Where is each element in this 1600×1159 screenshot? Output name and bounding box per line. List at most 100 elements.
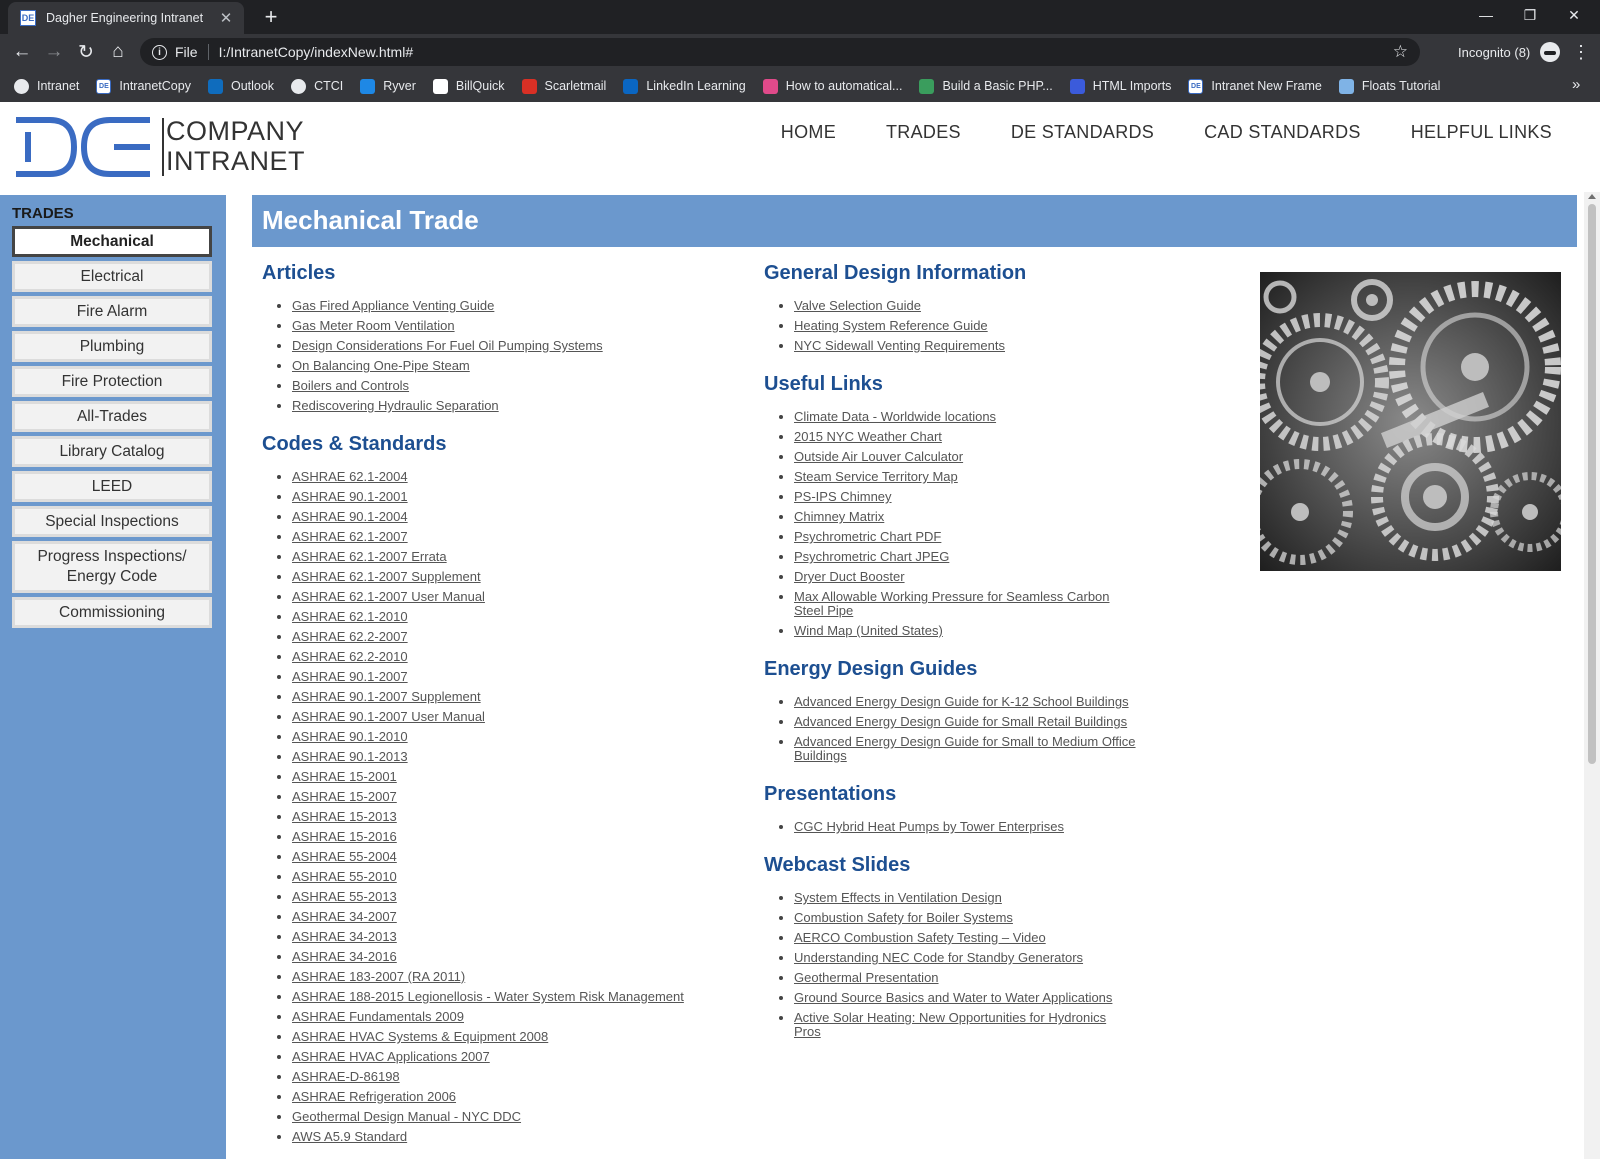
url-text[interactable]: I:/IntranetCopy/indexNew.html#	[219, 44, 1393, 60]
document-link[interactable]: ASHRAE 62.2-2007	[292, 629, 408, 644]
document-link[interactable]: Steam Service Territory Map	[794, 469, 958, 484]
incognito-indicator[interactable]: Incognito (8)	[1458, 42, 1561, 62]
document-link[interactable]: Wind Map (United States)	[794, 623, 943, 638]
document-link[interactable]: NYC Sidewall Venting Requirements	[794, 338, 1005, 353]
document-link[interactable]: 2015 NYC Weather Chart	[794, 429, 942, 444]
document-link[interactable]: Geothermal Presentation	[794, 970, 939, 985]
sidebar-item-leed[interactable]: LEED	[12, 471, 212, 502]
browser-tab[interactable]: DE Dagher Engineering Intranet ✕	[8, 2, 244, 34]
document-link[interactable]: Climate Data - Worldwide locations	[794, 409, 996, 424]
sidebar-item-progress-inspections-energy-code[interactable]: Progress Inspections/ Energy Code	[12, 541, 212, 593]
bookmark-8[interactable]: How to automatical...	[762, 78, 902, 94]
document-link[interactable]: Advanced Energy Design Guide for K-12 Sc…	[794, 694, 1129, 709]
bookmark-7[interactable]: LinkedIn Learning	[623, 78, 746, 94]
bookmark-12[interactable]: Floats Tutorial	[1338, 78, 1440, 94]
document-link[interactable]: Valve Selection Guide	[794, 298, 921, 313]
document-link[interactable]: ASHRAE 15-2007	[292, 789, 397, 804]
kebab-menu-icon[interactable]: ⋮	[1572, 38, 1590, 66]
bookmark-2[interactable]: Outlook	[207, 78, 274, 94]
document-link[interactable]: ASHRAE 62.2-2010	[292, 649, 408, 664]
document-link[interactable]: PS-IPS Chimney	[794, 489, 892, 504]
sidebar-item-electrical[interactable]: Electrical	[12, 261, 212, 292]
document-link[interactable]: Active Solar Heating: New Opportunities …	[794, 1010, 1106, 1039]
document-link[interactable]: CGC Hybrid Heat Pumps by Tower Enterpris…	[794, 819, 1064, 834]
document-link[interactable]: ASHRAE 62.1-2007 User Manual	[292, 589, 485, 604]
document-link[interactable]: System Effects in Ventilation Design	[794, 890, 1002, 905]
document-link[interactable]: ASHRAE 34-2007	[292, 909, 397, 924]
sidebar-item-fire-alarm[interactable]: Fire Alarm	[12, 296, 212, 327]
document-link[interactable]: Psychrometric Chart PDF	[794, 529, 941, 544]
bookmark-6[interactable]: Scarletmail	[521, 78, 606, 94]
document-link[interactable]: ASHRAE 15-2016	[292, 829, 397, 844]
back-arrow-icon[interactable]: ←	[6, 41, 38, 63]
bookmark-11[interactable]: DE Intranet New Frame	[1188, 78, 1322, 94]
document-link[interactable]: Geothermal Design Manual - NYC DDC	[292, 1109, 521, 1124]
document-link[interactable]: Rediscovering Hydraulic Separation	[292, 398, 499, 413]
info-icon[interactable]: i	[152, 44, 167, 60]
document-link[interactable]: ASHRAE 90.1-2007 User Manual	[292, 709, 485, 724]
nav-link-home[interactable]: HOME	[781, 122, 836, 143]
document-link[interactable]: ASHRAE 55-2013	[292, 889, 397, 904]
document-link[interactable]: ASHRAE 188-2015 Legionellosis - Water Sy…	[292, 989, 684, 1004]
bookmark-1[interactable]: DE IntranetCopy	[96, 78, 191, 94]
sidebar-item-fire-protection[interactable]: Fire Protection	[12, 366, 212, 397]
document-link[interactable]: Psychrometric Chart JPEG	[794, 549, 949, 564]
home-icon[interactable]: ⌂	[102, 41, 134, 63]
bookmark-star-icon[interactable]: ☆	[1393, 42, 1408, 62]
nav-link-de-standards[interactable]: DE STANDARDS	[1011, 122, 1154, 143]
document-link[interactable]: ASHRAE 34-2016	[292, 949, 397, 964]
document-link[interactable]: ASHRAE 62.1-2007 Supplement	[292, 569, 481, 584]
document-link[interactable]: Chimney Matrix	[794, 509, 884, 524]
sidebar-item-plumbing[interactable]: Plumbing	[12, 331, 212, 362]
document-link[interactable]: AERCO Combustion Safety Testing – Video	[794, 930, 1046, 945]
new-tab-plus-icon[interactable]: +	[258, 4, 284, 30]
page-scrollbar[interactable]	[1584, 192, 1600, 1159]
document-link[interactable]: ASHRAE 15-2013	[292, 809, 397, 824]
sidebar-item-special-inspections[interactable]: Special Inspections	[12, 506, 212, 537]
document-link[interactable]: ASHRAE Fundamentals 2009	[292, 1009, 464, 1024]
document-link[interactable]: ASHRAE-D-86198	[292, 1069, 400, 1084]
document-link[interactable]: ASHRAE 90.1-2010	[292, 729, 408, 744]
document-link[interactable]: Max Allowable Working Pressure for Seaml…	[794, 589, 1110, 618]
document-link[interactable]: ASHRAE 90.1-2001	[292, 489, 408, 504]
document-link[interactable]: AWS A5.9 Standard	[292, 1129, 407, 1144]
document-link[interactable]: Dryer Duct Booster	[794, 569, 905, 584]
minimize-icon[interactable]: —	[1464, 2, 1508, 28]
reload-icon[interactable]: ↻	[70, 41, 102, 64]
bookmark-3[interactable]: CTCI	[291, 78, 343, 94]
document-link[interactable]: ASHRAE 55-2010	[292, 869, 397, 884]
document-link[interactable]: Heating System Reference Guide	[794, 318, 988, 333]
document-link[interactable]: Gas Meter Room Ventilation	[292, 318, 455, 333]
document-link[interactable]: ASHRAE Refrigeration 2006	[292, 1089, 456, 1104]
nav-link-helpful-links[interactable]: HELPFUL LINKS	[1411, 122, 1552, 143]
document-link[interactable]: Gas Fired Appliance Venting Guide	[292, 298, 494, 313]
document-link[interactable]: ASHRAE HVAC Applications 2007	[292, 1049, 490, 1064]
bookmark-4[interactable]: Ryver	[360, 78, 416, 94]
bookmark-10[interactable]: HTML Imports	[1069, 78, 1171, 94]
close-tab-icon[interactable]: ✕	[218, 9, 234, 27]
sidebar-item-mechanical[interactable]: Mechanical	[12, 226, 212, 257]
nav-link-cad-standards[interactable]: CAD STANDARDS	[1204, 122, 1361, 143]
sidebar-item-library-catalog[interactable]: Library Catalog	[12, 436, 212, 467]
document-link[interactable]: Combustion Safety for Boiler Systems	[794, 910, 1013, 925]
document-link[interactable]: ASHRAE 55-2004	[292, 849, 397, 864]
document-link[interactable]: ASHRAE 62.1-2010	[292, 609, 408, 624]
scroll-up-arrow-icon[interactable]	[1588, 194, 1596, 199]
bookmark-5[interactable]: BillQuick	[432, 78, 505, 94]
document-link[interactable]: Understanding NEC Code for Standby Gener…	[794, 950, 1083, 965]
window-close-icon[interactable]: ✕	[1552, 2, 1596, 28]
document-link[interactable]: ASHRAE HVAC Systems & Equipment 2008	[292, 1029, 548, 1044]
document-link[interactable]: ASHRAE 90.1-2007 Supplement	[292, 689, 481, 704]
document-link[interactable]: Advanced Energy Design Guide for Small R…	[794, 714, 1127, 729]
document-link[interactable]: Boilers and Controls	[292, 378, 409, 393]
bookmark-0[interactable]: Intranet	[14, 78, 79, 94]
document-link[interactable]: ASHRAE 90.1-2007	[292, 669, 408, 684]
document-link[interactable]: ASHRAE 62.1-2004	[292, 469, 408, 484]
document-link[interactable]: ASHRAE 34-2013	[292, 929, 397, 944]
nav-link-trades[interactable]: TRADES	[886, 122, 961, 143]
document-link[interactable]: On Balancing One-Pipe Steam	[292, 358, 470, 373]
document-link[interactable]: Ground Source Basics and Water to Water …	[794, 990, 1112, 1005]
forward-arrow-icon[interactable]: →	[38, 41, 70, 63]
document-link[interactable]: ASHRAE 90.1-2004	[292, 509, 408, 524]
address-bar[interactable]: i File I:/IntranetCopy/indexNew.html# ☆	[140, 38, 1420, 66]
